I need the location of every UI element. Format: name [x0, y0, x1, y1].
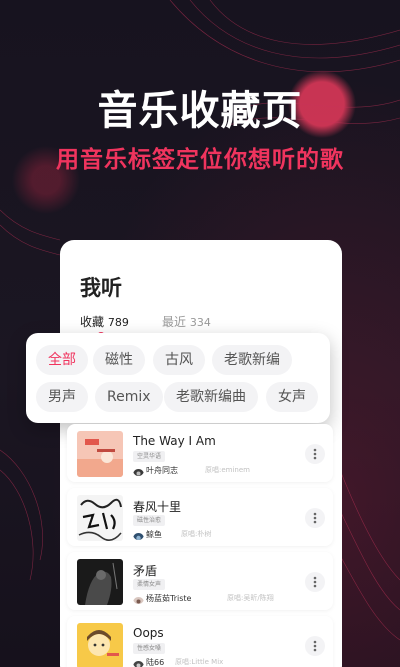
more-button[interactable] — [305, 508, 325, 528]
tag-filter-panel: 全部 磁性 古风 老歌新编 男声 Remix 老歌新编曲 女声 — [26, 333, 330, 423]
album-cover — [77, 495, 123, 541]
avatar — [133, 529, 144, 540]
song-title: 矛盾 — [133, 564, 158, 578]
song-row[interactable]: Oops 性感女嗓 陆66 原唱:Little Mix — [67, 616, 333, 667]
song-tag: 磁性治愈 — [133, 515, 166, 526]
tab-recent[interactable]: 最近 334 — [162, 313, 211, 330]
song-title: 春风十里 — [133, 500, 182, 514]
avatar — [133, 465, 144, 476]
original-artist: 原唱:eminem — [205, 466, 250, 474]
song-row[interactable]: The Way I Am 空灵华语 叶舟同志 原唱:eminem — [67, 424, 333, 482]
tag-remix[interactable]: Remix — [95, 382, 163, 412]
more-button[interactable] — [305, 572, 325, 592]
uploader-name[interactable]: 叶舟同志 — [146, 465, 178, 476]
card-title: 我听 — [80, 276, 122, 300]
uploader-name[interactable]: 鲸鱼 — [146, 529, 162, 540]
song-tag: 空灵华语 — [133, 451, 166, 462]
tab-favorites[interactable]: 收藏 789 — [80, 313, 129, 330]
original-artist: 原唱:朴树 — [181, 530, 212, 538]
album-cover — [77, 623, 123, 667]
song-row[interactable]: 春风十里 磁性治愈 鲸鱼 原唱:朴树 — [67, 488, 333, 546]
more-vertical-icon — [313, 448, 317, 460]
album-cover — [77, 559, 123, 605]
tag-male-voice[interactable]: 男声 — [36, 382, 88, 412]
song-tag: 柔情女声 — [133, 579, 166, 590]
tag-ancient-style[interactable]: 古风 — [153, 345, 205, 375]
original-artist: 原唱:吴昕/陈翔 — [227, 594, 274, 602]
hero-subtitle: 用音乐标签定位你想听的歌 — [56, 147, 344, 173]
more-button[interactable] — [305, 636, 325, 656]
song-title: Oops — [133, 626, 164, 640]
more-button[interactable] — [305, 444, 325, 464]
avatar — [133, 657, 144, 667]
tag-all[interactable]: 全部 — [36, 345, 88, 375]
tab-label: 收藏 — [80, 315, 105, 329]
song-title: The Way I Am — [133, 434, 216, 448]
more-vertical-icon — [313, 576, 317, 588]
original-artist: 原唱:Little Mix — [175, 658, 224, 666]
song-tag: 性感女嗓 — [133, 643, 166, 654]
more-vertical-icon — [313, 640, 317, 652]
song-row[interactable]: 矛盾 柔情女声 杨蓝茹Triste 原唱:吴昕/陈翔 — [67, 552, 333, 610]
tag-old-song-new-arrangement[interactable]: 老歌新编曲 — [164, 382, 258, 412]
tab-count: 334 — [189, 316, 211, 329]
more-vertical-icon — [313, 512, 317, 524]
tab-count: 789 — [107, 316, 129, 329]
uploader-name[interactable]: 陆66 — [146, 657, 164, 667]
tag-magnetic[interactable]: 磁性 — [93, 345, 145, 375]
tab-label: 最近 — [162, 315, 187, 329]
uploader-name[interactable]: 杨蓝茹Triste — [146, 593, 191, 604]
hero-title: 音乐收藏页 — [97, 88, 303, 134]
album-cover — [77, 431, 123, 477]
avatar — [133, 593, 144, 604]
tag-female-voice[interactable]: 女声 — [266, 382, 318, 412]
tag-old-song-new[interactable]: 老歌新编 — [212, 345, 292, 375]
